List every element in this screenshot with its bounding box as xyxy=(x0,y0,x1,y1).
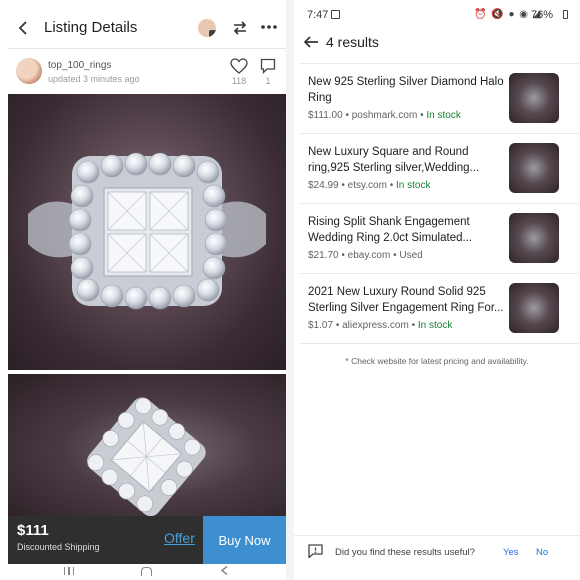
more-icon[interactable] xyxy=(260,22,278,32)
meta-separator: • xyxy=(345,110,349,121)
swap-icon[interactable] xyxy=(231,19,249,37)
comment-count: 1 xyxy=(265,76,271,86)
listing-photo-main[interactable] xyxy=(8,94,286,370)
meta-separator: • xyxy=(341,250,345,261)
result-availability: In stock xyxy=(426,110,461,121)
result-item[interactable]: New 925 Sterling Silver Diamond Halo Rin… xyxy=(300,63,579,133)
seller-row: top_100_rings updated 3 minutes ago 118 … xyxy=(8,54,286,98)
feedback-icon xyxy=(308,544,323,558)
buy-now-button[interactable]: Buy Now xyxy=(203,516,286,564)
feedback-no-button[interactable]: No xyxy=(536,547,548,558)
header-divider xyxy=(8,48,286,49)
result-thumbnail[interactable] xyxy=(509,283,559,333)
ring-photo-illustration-2 xyxy=(87,397,206,517)
result-availability: In stock xyxy=(396,180,431,191)
disclaimer: * Check website for latest pricing and a… xyxy=(345,356,529,366)
result-site: poshmark.com xyxy=(351,110,418,121)
result-meta: $1.07 • aliexpress.com • In stock xyxy=(308,320,452,331)
listing-panel: Listing Details top_100_rings updated 3 … xyxy=(8,8,286,576)
meta-separator: • xyxy=(411,320,416,331)
seller-name[interactable]: top_100_rings xyxy=(48,60,111,71)
results-panel: 7:47 ⏰ 🔇 ● ◉ ◢ 76% 4 results New 925 Ste… xyxy=(294,0,580,580)
panel-gutter xyxy=(286,0,294,580)
back-chevron-icon[interactable] xyxy=(16,20,32,36)
updated-time: updated 3 minutes ago xyxy=(48,74,140,84)
battery-icon xyxy=(563,10,568,19)
system-nav-bar xyxy=(8,564,286,576)
shipping-label: Discounted Shipping xyxy=(17,542,100,552)
result-price: $1.07 xyxy=(308,320,334,331)
page-title: Listing Details xyxy=(44,19,138,36)
result-price: $111.00 xyxy=(308,110,343,121)
result-availability: Used xyxy=(399,250,423,261)
seller-avatar[interactable] xyxy=(16,58,42,84)
feedback-bar: Did you find these results useful? Yes N… xyxy=(294,535,580,565)
result-meta: $21.70 • ebay.com • Used xyxy=(308,250,423,261)
gallery-notification-icon xyxy=(331,10,340,19)
meta-separator: • xyxy=(393,250,397,261)
meta-separator: • xyxy=(389,180,394,191)
status-time: 7:47 xyxy=(307,9,329,21)
result-item[interactable]: 2021 New Luxury Round Solid 925 Sterling… xyxy=(300,273,579,343)
seller-avatar-icon[interactable] xyxy=(198,19,216,37)
nav-back-icon[interactable] xyxy=(220,566,229,575)
heart-icon[interactable] xyxy=(230,58,248,74)
result-site: etsy.com xyxy=(347,180,387,191)
meta-separator: • xyxy=(341,180,345,191)
offer-button[interactable]: Offer xyxy=(164,530,195,546)
meta-separator: • xyxy=(420,110,424,121)
ring-photo-illustration xyxy=(28,152,266,310)
listing-header: Listing Details xyxy=(8,8,286,48)
result-title[interactable]: New Luxury Square and Round ring,925 Ste… xyxy=(308,144,504,176)
result-title[interactable]: Rising Split Shank Engagement Wedding Ri… xyxy=(308,214,504,246)
result-title[interactable]: New 925 Sterling Silver Diamond Halo Rin… xyxy=(308,74,504,106)
results-divider xyxy=(300,343,579,344)
result-thumbnail[interactable] xyxy=(509,73,559,123)
result-availability: In stock xyxy=(417,320,453,331)
listing-price: $111 xyxy=(17,522,49,539)
result-site: ebay.com xyxy=(347,250,391,261)
feedback-yes-button[interactable]: Yes xyxy=(503,547,519,558)
listing-photo-secondary[interactable] xyxy=(8,374,286,526)
battery-percent: 76% xyxy=(531,9,554,21)
result-meta: $24.99 • etsy.com • In stock xyxy=(308,180,431,191)
result-item[interactable]: New Luxury Square and Round ring,925 Ste… xyxy=(300,133,579,203)
result-thumbnail[interactable] xyxy=(509,213,559,263)
meta-separator: • xyxy=(335,320,340,331)
result-meta: $111.00 • poshmark.com • In stock xyxy=(308,110,461,121)
result-site: aliexpress.com xyxy=(342,320,409,331)
home-icon[interactable] xyxy=(141,567,152,576)
like-count: 118 xyxy=(231,76,247,86)
comment-icon[interactable] xyxy=(260,58,276,74)
results-title: 4 results xyxy=(326,34,379,50)
result-title[interactable]: 2021 New Luxury Round Solid 925 Sterling… xyxy=(308,284,504,316)
result-price: $21.70 xyxy=(308,250,339,261)
recent-apps-icon[interactable] xyxy=(64,567,74,575)
purchase-bar: $111 Discounted Shipping Offer Buy Now xyxy=(8,516,286,564)
feedback-question: Did you find these results useful? xyxy=(335,547,475,558)
result-thumbnail[interactable] xyxy=(509,143,559,193)
back-arrow-icon[interactable] xyxy=(303,34,319,50)
result-item[interactable]: Rising Split Shank Engagement Wedding Ri… xyxy=(300,203,579,273)
result-price: $24.99 xyxy=(308,180,339,191)
